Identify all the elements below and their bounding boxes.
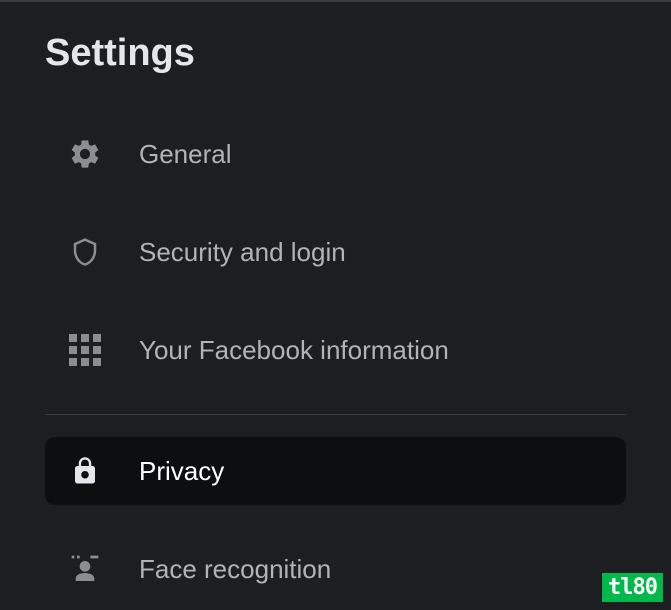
menu-item-general[interactable]: General <box>45 120 626 188</box>
grid-icon <box>65 330 105 370</box>
lock-icon <box>65 451 105 491</box>
shield-icon <box>65 232 105 272</box>
settings-panel: Settings General Security and login Your… <box>0 32 671 603</box>
menu-item-label: Face recognition <box>139 554 331 585</box>
menu-item-face-recognition[interactable]: Face recognition <box>45 535 626 603</box>
menu-item-label: Security and login <box>139 237 346 268</box>
face-recognition-icon <box>65 549 105 589</box>
top-border <box>0 0 671 2</box>
gear-icon <box>65 134 105 174</box>
menu-item-label: Your Facebook information <box>139 335 449 366</box>
menu-item-label: Privacy <box>139 456 224 487</box>
divider <box>45 414 626 415</box>
page-title: Settings <box>45 32 626 75</box>
menu-item-label: General <box>139 139 232 170</box>
menu-item-security[interactable]: Security and login <box>45 218 626 286</box>
watermark: tl80 <box>602 573 663 602</box>
menu-item-privacy[interactable]: Privacy <box>45 437 626 505</box>
menu-item-facebook-info[interactable]: Your Facebook information <box>45 316 626 384</box>
